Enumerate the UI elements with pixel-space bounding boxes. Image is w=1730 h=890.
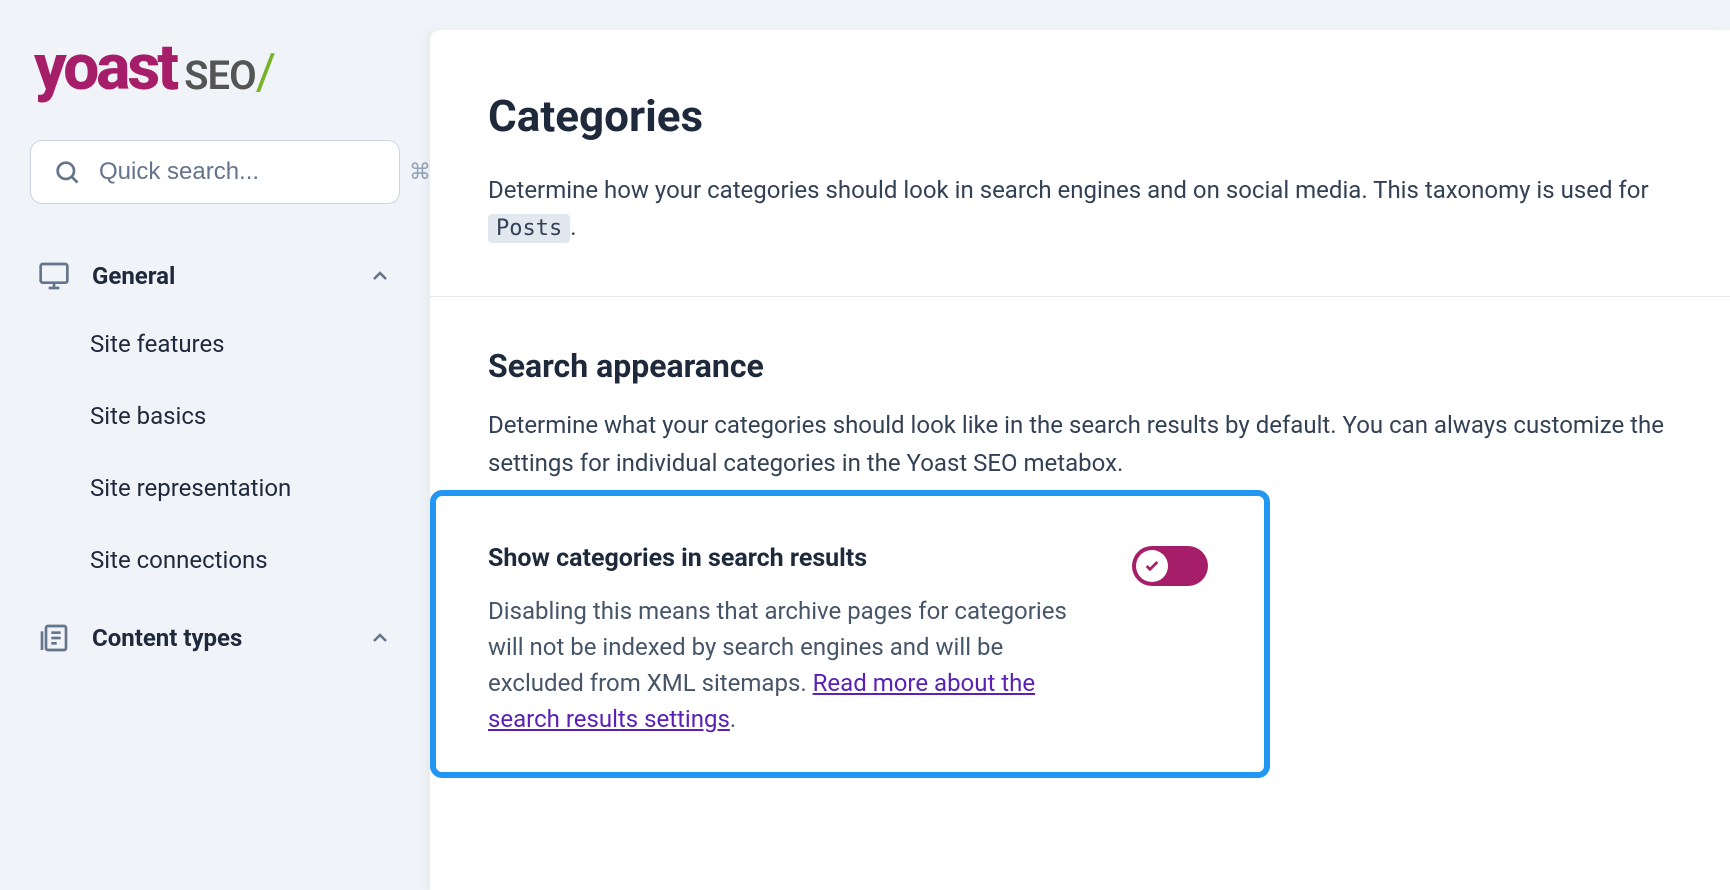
show-categories-toggle[interactable]: [1132, 546, 1208, 586]
page-header: Categories Determine how your categories…: [430, 30, 1730, 297]
toggle-knob: [1136, 550, 1168, 582]
setting-description: Disabling this means that archive pages …: [488, 593, 1092, 737]
logo-brand-text: yoast: [34, 30, 176, 105]
chevron-up-icon: [368, 626, 392, 650]
setting-desc-post: .: [730, 705, 736, 733]
nav-header-label: Content types: [92, 624, 368, 652]
logo-product-text: SEO: [184, 52, 256, 99]
section-title: Search appearance: [488, 347, 1672, 385]
logo: yoast SEO /: [30, 30, 400, 105]
page-description-text: Determine how your categories should loo…: [488, 176, 1649, 204]
nav-header-general[interactable]: General: [30, 244, 400, 308]
main-content: Categories Determine how your categories…: [430, 30, 1730, 890]
page-description: Determine how your categories should loo…: [488, 172, 1672, 246]
sidebar: yoast SEO / ⌘K General Site features Si: [0, 0, 430, 890]
page-title: Categories: [488, 90, 1672, 142]
nav-items-general: Site features Site basics Site represent…: [30, 308, 400, 596]
search-appearance-section: Search appearance Determine what your ca…: [430, 297, 1730, 777]
page-description-post: .: [570, 213, 576, 241]
section-description: Determine what your categories should lo…: [488, 407, 1672, 481]
chevron-up-icon: [368, 264, 392, 288]
nav-section-content-types: Content types: [30, 606, 400, 670]
code-inline-posts: Posts: [488, 214, 570, 243]
nav-item-site-connections[interactable]: Site connections: [90, 524, 400, 596]
nav-item-site-representation[interactable]: Site representation: [90, 452, 400, 524]
nav-section-general: General Site features Site basics Site r…: [30, 244, 400, 596]
highlight-box: Show categories in search results Disabl…: [430, 490, 1270, 778]
nav-header-content-types[interactable]: Content types: [30, 606, 400, 670]
search-icon: [53, 158, 81, 186]
search-input[interactable]: [99, 158, 409, 186]
check-icon: [1144, 558, 1160, 574]
nav-item-site-basics[interactable]: Site basics: [90, 380, 400, 452]
show-categories-setting: Show categories in search results Disabl…: [488, 544, 1208, 737]
setting-label: Show categories in search results: [488, 544, 1092, 573]
document-icon: [38, 622, 70, 654]
logo-slash: /: [256, 44, 274, 102]
setting-text: Show categories in search results Disabl…: [488, 544, 1092, 737]
nav-item-site-features[interactable]: Site features: [90, 308, 400, 380]
nav-header-label: General: [92, 262, 368, 290]
desktop-icon: [38, 260, 70, 292]
search-box[interactable]: ⌘K: [30, 140, 400, 204]
